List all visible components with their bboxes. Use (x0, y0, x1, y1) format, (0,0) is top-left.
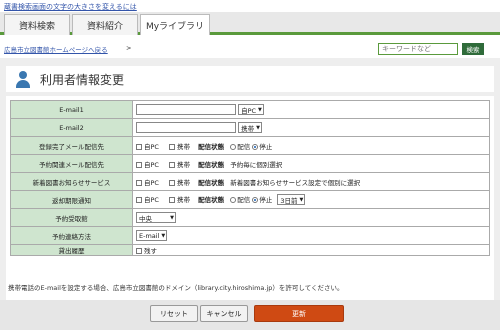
row-contact-method: 予約連絡方法 E-mail ▼ (10, 226, 490, 245)
due-notice-mobile-checkbox[interactable] (169, 196, 176, 203)
email2-input[interactable] (136, 122, 236, 133)
email1-input[interactable] (136, 104, 236, 115)
cancel-button[interactable]: キャンセル (200, 305, 248, 322)
due-notice-pc-checkbox[interactable] (136, 196, 142, 203)
user-icon (14, 70, 32, 88)
row-loan-history: 貸出履歴 残す (10, 244, 490, 256)
email1-type-select[interactable]: 自PC ▼ (238, 104, 264, 115)
row-email2: E-mail2 携帯 ▼ (10, 118, 490, 137)
row-reservation-mail: 予約関連メール配信先 自PC 携帯 配信状態 予約毎に個別選択 (10, 154, 490, 173)
due-notice-days-select[interactable]: 3日前 ▼ (277, 194, 306, 206)
row-pickup-library: 予約受取館 中央 ▼ (10, 208, 490, 227)
new-books-label: 新着図書お知らせサービス (10, 172, 133, 191)
due-notice-stop-label: 停止 (259, 195, 273, 204)
tab-introduction[interactable]: 資料紹介 (72, 14, 138, 35)
tab-search[interactable]: 資料検索 (4, 14, 70, 35)
reservation-mail-label: 予約関連メール配信先 (10, 154, 133, 173)
reg-mail-stop-radio[interactable] (252, 143, 259, 150)
reserve-mail-pc-label: 自PC (144, 160, 159, 169)
contact-method-label: 予約連絡方法 (10, 226, 133, 245)
mobile-email-note: 携帯電話のE-mailを設定する場合、広島市立図書館のドメイン（library.… (8, 284, 344, 292)
due-notice-label: 返却期限通知 (10, 190, 133, 209)
page-title: 利用者情報変更 (40, 72, 125, 87)
user-info-form: E-mail1 自PC ▼ E-mail2 携帯 ▼ 登録完了メール配信先 自PC … (10, 100, 490, 256)
new-books-status-text: 新着図書お知らせサービス設定で個別に選択 (230, 178, 361, 187)
breadcrumb-home-link[interactable]: 広島市立図書館ホームページへ戻る (4, 44, 108, 54)
chevron-down-icon: ▼ (299, 196, 304, 203)
keyword-search-input[interactable] (378, 43, 458, 55)
due-notice-status-label: 配信状態 (198, 195, 225, 204)
main-tab-bar: 資料検索 資料紹介 Myライブラリ (0, 12, 500, 35)
loan-history-keep-label: 残す (144, 247, 157, 255)
loan-history-label: 貸出履歴 (10, 244, 133, 256)
chevron-down-icon: ▼ (170, 214, 174, 221)
pickup-library-label: 予約受取館 (10, 208, 133, 227)
reserve-mail-pc-checkbox[interactable] (136, 161, 142, 168)
update-button[interactable]: 更新 (254, 305, 344, 322)
row-registration-mail: 登録完了メール配信先 自PC 携帯 配信状態 配信 停止 (10, 136, 490, 155)
new-books-pc-checkbox[interactable] (136, 179, 142, 186)
email1-label: E-mail1 (10, 100, 133, 119)
reg-mail-deliver-radio[interactable] (230, 143, 237, 150)
loan-history-keep-checkbox[interactable] (136, 248, 142, 254)
contact-method-select[interactable]: E-mail ▼ (136, 230, 168, 241)
new-books-mobile-checkbox[interactable] (169, 179, 176, 186)
search-button[interactable]: 検索 (462, 43, 484, 55)
email2-label: E-mail2 (10, 118, 133, 137)
pickup-library-select[interactable]: 中央 ▼ (136, 212, 176, 223)
reset-button[interactable]: リセット (150, 305, 198, 322)
reg-mail-pc-checkbox[interactable] (136, 143, 142, 150)
registration-mail-label: 登録完了メール配信先 (10, 136, 133, 155)
new-books-pc-label: 自PC (144, 178, 159, 187)
breadcrumb-separator: > (126, 44, 132, 52)
row-email1: E-mail1 自PC ▼ (10, 100, 490, 119)
email2-type-select[interactable]: 携帯 ▼ (238, 122, 262, 133)
reserve-mail-mobile-checkbox[interactable] (169, 161, 176, 168)
due-notice-deliver-radio[interactable] (230, 196, 237, 203)
reserve-mail-mobile-label: 携帯 (177, 160, 191, 169)
chevron-down-icon: ▼ (258, 106, 262, 113)
reserve-mail-status-label: 配信状態 (198, 160, 225, 169)
due-notice-deliver-label: 配信 (237, 195, 251, 204)
reg-mail-mobile-label: 携帯 (177, 142, 191, 151)
row-new-books: 新着図書お知らせサービス 自PC 携帯 配信状態 新着図書お知らせサービス設定で… (10, 172, 490, 191)
new-books-status-label: 配信状態 (198, 178, 225, 187)
chevron-down-icon: ▼ (161, 232, 166, 239)
due-notice-stop-radio[interactable] (252, 196, 259, 203)
font-size-help-link[interactable]: 蔵書検索画面の文字の大きさを変えるには (4, 2, 137, 12)
reg-mail-pc-label: 自PC (144, 142, 159, 151)
tab-my-library[interactable]: Myライブラリ (140, 14, 210, 35)
chevron-down-icon: ▼ (256, 124, 260, 131)
row-due-notice: 返却期限通知 自PC 携帯 配信状態 配信 停止 3日前 ▼ (10, 190, 490, 209)
reg-mail-status-label: 配信状態 (198, 142, 225, 151)
due-notice-mobile-label: 携帯 (177, 195, 191, 204)
new-books-mobile-label: 携帯 (177, 178, 191, 187)
reserve-mail-status-text: 予約毎に個別選択 (230, 160, 283, 169)
page-title-bar: 利用者情報変更 (6, 66, 494, 92)
due-notice-pc-label: 自PC (144, 195, 159, 204)
reg-mail-stop-label: 停止 (259, 142, 273, 151)
button-bar (0, 300, 500, 330)
reg-mail-mobile-checkbox[interactable] (169, 143, 176, 150)
reg-mail-deliver-label: 配信 (237, 142, 251, 151)
